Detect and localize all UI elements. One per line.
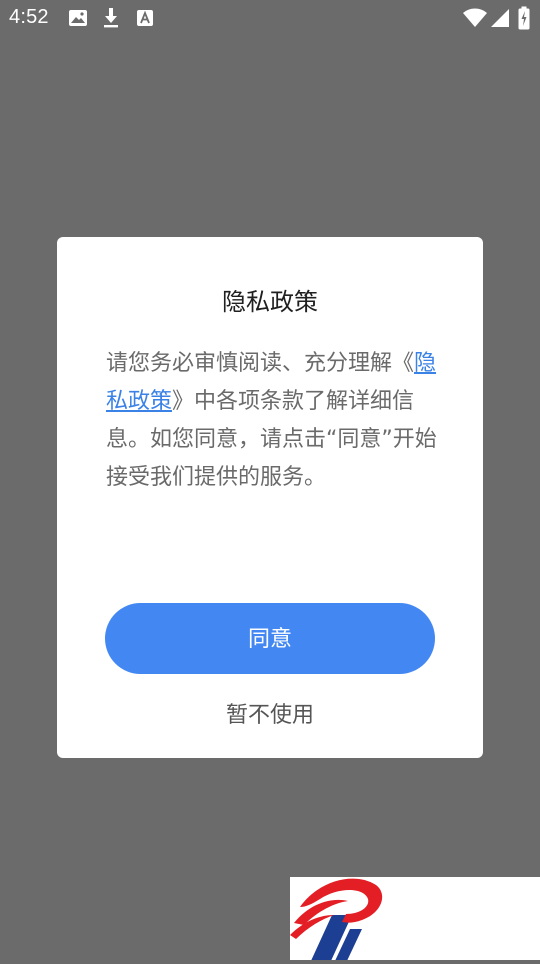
status-bar: 4:52 [0,0,540,36]
text-icon [137,10,153,26]
battery-icon [518,6,530,30]
brand-logo-panel [290,877,540,963]
dialog-title: 隐私政策 [222,288,318,316]
agree-button[interactable]: 同意 [105,603,435,674]
dialog-body-text-start: 请您务必审慎阅读、充分理解《 [106,351,415,376]
decline-button[interactable]: 暂不使用 [0,697,540,729]
status-time: 4:52 [9,6,49,28]
download-icon [104,8,118,28]
brand-logo [290,878,383,963]
wifi-icon [463,8,487,27]
dialog-body: 请您务必审慎阅读、充分理解《隐私政策》中各项条款了解详细信息。如您同意，请点击“… [106,345,441,497]
cellular-icon [491,9,509,27]
image-icon [69,10,87,26]
